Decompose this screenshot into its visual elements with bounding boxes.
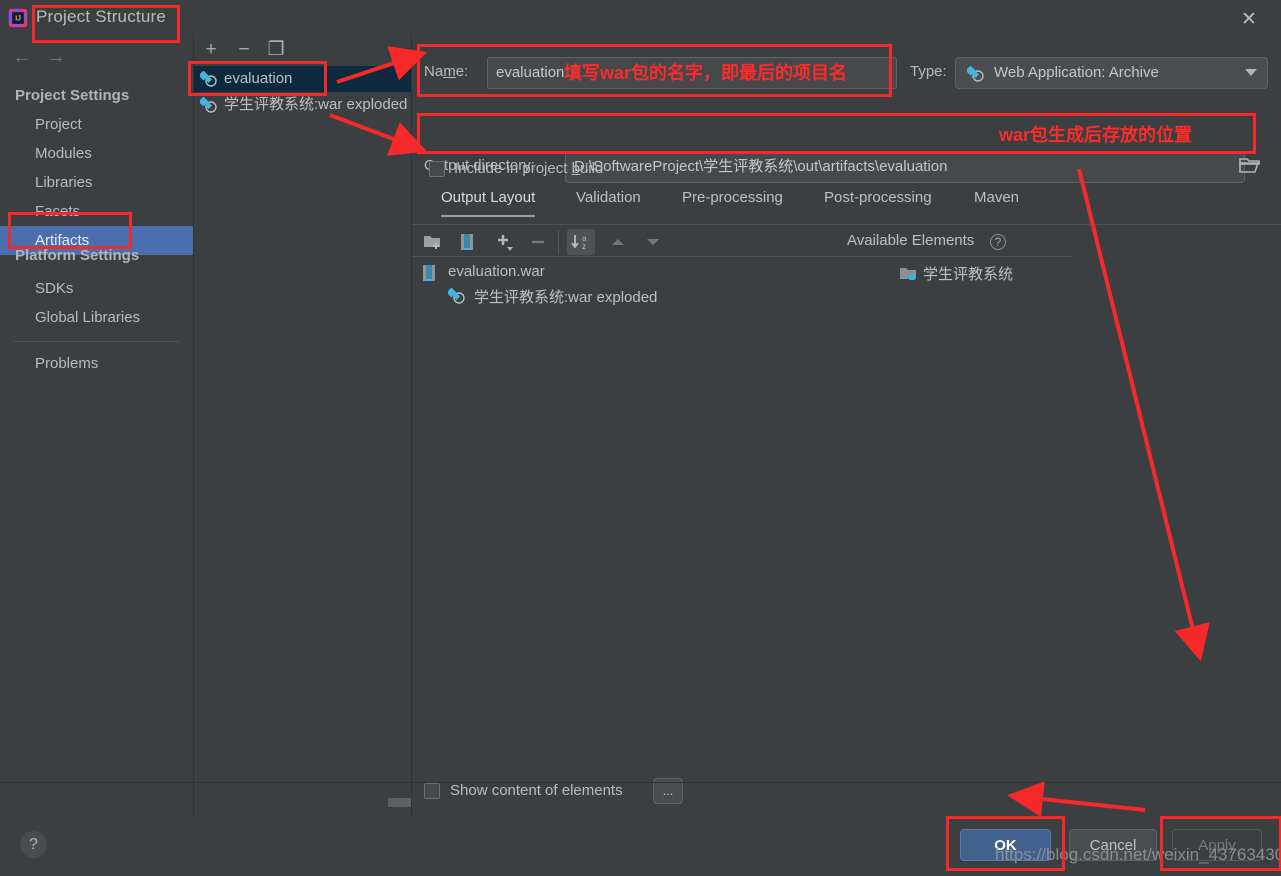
folder-browse-icon[interactable] <box>1238 154 1262 180</box>
sidebar-section-platform-settings: Platform Settings <box>15 247 140 264</box>
question-mark-icon[interactable]: ? <box>20 831 47 858</box>
copy-artifact-button[interactable]: ❐ <box>264 38 288 62</box>
tabs-separator <box>412 224 1281 225</box>
show-content-of-elements-label: Show content of elements <box>450 782 623 799</box>
project-structure-dialog: IJ Project Structure ✕ ← → Project Setti… <box>0 0 1281 876</box>
tab-pre-processing[interactable]: Pre-processing <box>682 189 783 215</box>
artifact-type-select[interactable]: Web Application: Archive <box>955 57 1268 89</box>
artifacts-toolbar: + − ❐ <box>194 34 412 66</box>
sidebar-item-project[interactable]: Project <box>0 110 193 139</box>
footer-separator <box>0 782 1281 783</box>
artifact-list-item-evaluation[interactable]: evaluation <box>194 66 412 92</box>
add-artifact-button[interactable]: + <box>199 38 223 62</box>
available-elements-title: Available Elements <box>847 232 975 249</box>
include-in-project-build-checkbox[interactable] <box>429 161 445 177</box>
create-directory-button[interactable] <box>420 229 446 255</box>
include-in-project-build-label: Include in project build <box>454 160 604 177</box>
sidebar-item-modules[interactable]: Modules <box>0 139 193 168</box>
editor-tabs: Output Layout Validation Pre-processing … <box>412 189 1281 225</box>
nav-arrows: ← → <box>10 46 100 70</box>
arrow-right-icon[interactable]: → <box>46 46 66 69</box>
module-folder-icon <box>900 268 916 280</box>
create-archive-button[interactable] <box>456 229 478 255</box>
sidebar: ← → Project Settings Project Modules Lib… <box>0 34 193 816</box>
move-down-button[interactable] <box>640 229 666 255</box>
arrow-left-icon[interactable]: ← <box>12 46 32 69</box>
available-element-item[interactable]: 学生评教系统 <box>899 263 1013 284</box>
remove-element-button[interactable] <box>525 229 551 255</box>
move-up-button[interactable] <box>605 229 631 255</box>
close-icon[interactable]: ✕ <box>1237 8 1261 32</box>
sidebar-item-problems[interactable]: Problems <box>0 349 193 378</box>
artifacts-list-panel: + − ❐ evaluation 学生评教系统:war exploded <box>193 34 596 816</box>
tab-post-processing[interactable]: Post-processing <box>824 189 932 215</box>
show-content-of-elements-checkbox[interactable] <box>424 783 440 799</box>
intellij-idea-logo-icon: IJ <box>8 8 28 28</box>
sidebar-item-global-libraries[interactable]: Global Libraries <box>0 303 193 332</box>
question-mark-icon[interactable]: ? <box>990 234 1006 250</box>
tab-output-layout[interactable]: Output Layout <box>441 189 536 217</box>
sidebar-item-sdks[interactable]: SDKs <box>0 274 193 303</box>
output-layout-toolbar: a z Available Elements ? <box>412 226 1281 258</box>
sidebar-item-libraries[interactable]: Libraries <box>0 168 193 197</box>
tab-maven[interactable]: Maven <box>974 189 1019 215</box>
available-element-label: 学生评教系统 <box>923 266 1014 283</box>
type-label: Type: <box>910 63 947 80</box>
artifact-icon <box>967 66 984 82</box>
artifact-icon <box>200 71 217 87</box>
svg-text:IJ: IJ <box>15 14 21 23</box>
artifact-name-input[interactable]: evaluation <box>487 57 897 89</box>
archive-icon <box>423 265 435 281</box>
watermark-text: https://blog.csdn.net/weixin_43763430 <box>995 845 1281 864</box>
chevron-down-icon <box>1245 69 1257 76</box>
svg-text:z: z <box>582 242 586 251</box>
page-title: Project Structure <box>36 7 167 26</box>
sort-alphabetically-button[interactable]: a z <box>567 229 595 255</box>
name-label: Name: <box>424 63 469 80</box>
artifact-list-item-label: 学生评教系统:war exploded <box>224 96 408 113</box>
artifact-editor-pane: Name: evaluation Type: Web Application: … <box>411 34 1281 816</box>
sidebar-section-project-settings: Project Settings <box>15 87 130 104</box>
output-layout-separator <box>412 256 1072 257</box>
sidebar-item-facets[interactable]: Facets <box>0 197 193 226</box>
artifact-type-value: Web Application: Archive <box>994 64 1159 81</box>
add-copy-of-button[interactable] <box>492 229 518 255</box>
tree-item-label: 学生评教系统:war exploded <box>474 289 658 306</box>
tree-item-label: evaluation.war <box>448 263 545 280</box>
output-directory-input[interactable]: D:\SoftwareProject\学生评教系统\out\artifacts\… <box>565 151 1245 183</box>
remove-artifact-button[interactable]: − <box>232 38 256 62</box>
tab-validation[interactable]: Validation <box>576 189 641 215</box>
artifact-list-item-war-exploded[interactable]: 学生评教系统:war exploded <box>194 92 412 118</box>
tree-item-war-exploded[interactable]: 学生评教系统:war exploded <box>448 286 657 307</box>
sidebar-divider <box>14 341 179 342</box>
tree-item-evaluation-war[interactable]: evaluation.war <box>422 263 545 281</box>
artifact-icon <box>448 288 465 304</box>
toolbar-divider <box>558 230 559 254</box>
artifact-list-item-label: evaluation <box>224 70 293 87</box>
artifact-icon <box>200 97 217 113</box>
